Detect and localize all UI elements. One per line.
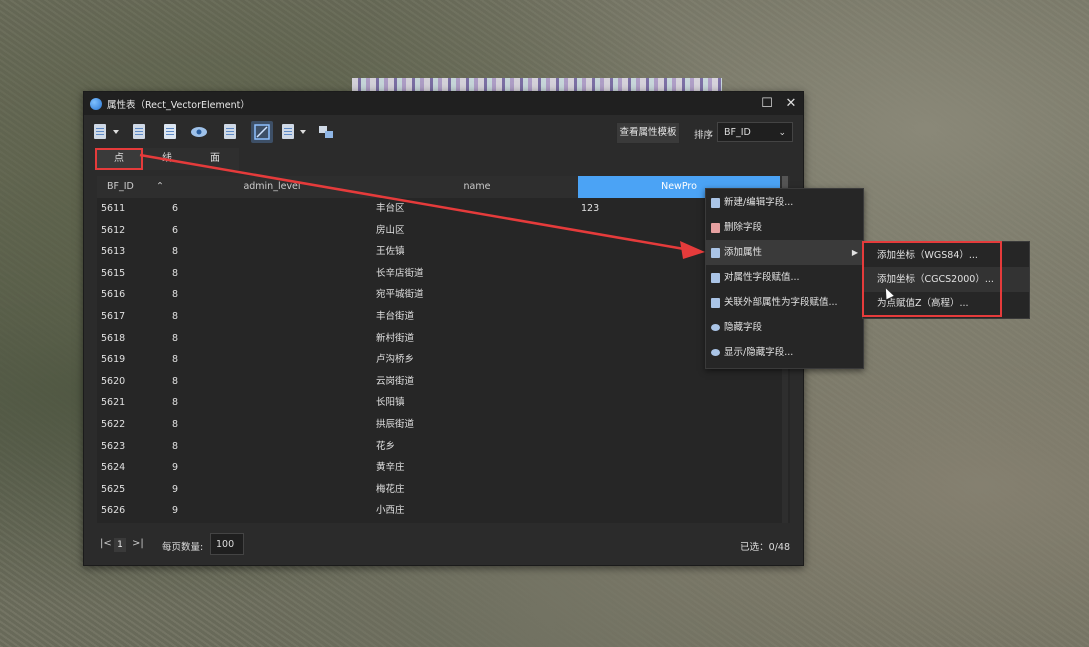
annotation-arrowhead — [680, 241, 705, 259]
annotation-arrow-line — [139, 153, 691, 252]
annotation-arrow — [139, 153, 705, 259]
